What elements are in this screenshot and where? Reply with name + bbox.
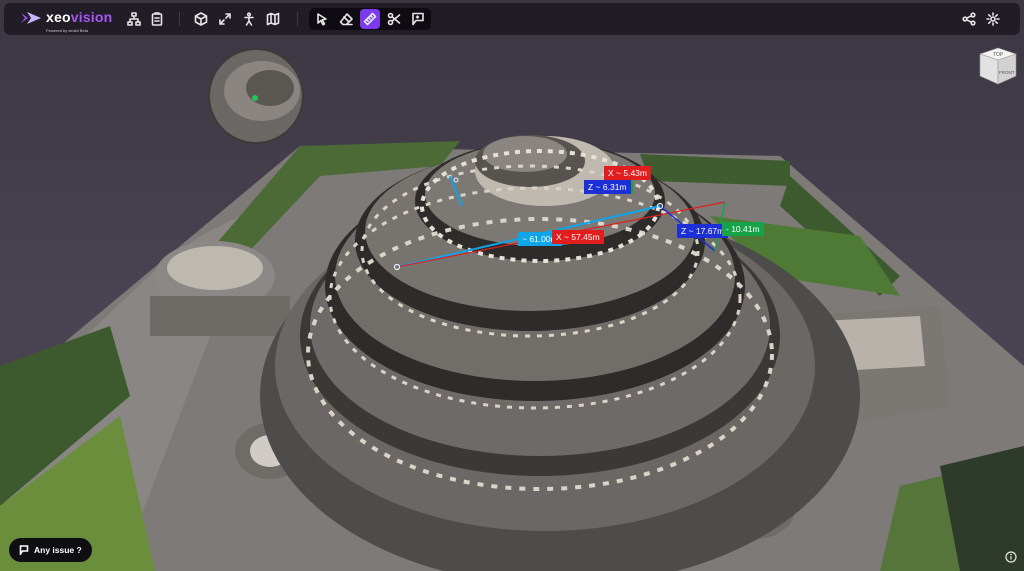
- main-toolbar: xeovision Powered by xeokit Beta: [4, 3, 1020, 35]
- share-icon: [962, 12, 976, 26]
- app-name-prefix: xeo: [46, 9, 71, 25]
- eraser-icon: [339, 13, 353, 26]
- select-tool-button[interactable]: [312, 9, 332, 29]
- app-name-suffix: vision: [70, 9, 113, 25]
- measure-label-z-large: Z ~ 17.67m: [677, 224, 729, 238]
- logo-icon: [21, 12, 41, 24]
- eraser-tool-button[interactable]: [336, 9, 356, 29]
- measure-label-z-small: Z ~ 6.31m: [584, 180, 631, 194]
- nav-cube[interactable]: TOP FRONT: [976, 44, 1020, 88]
- measure-label-y-large: - 10.41m: [722, 222, 764, 236]
- comment-flag-icon: [19, 545, 29, 555]
- report-issue-button[interactable]: Any issue ?: [9, 538, 92, 562]
- ruler-icon: [363, 12, 377, 26]
- first-person-button[interactable]: [239, 9, 259, 29]
- app-logo: xeovision Powered by xeokit Beta: [20, 10, 112, 38]
- view-3d-button[interactable]: [191, 9, 211, 29]
- viewer-canvas[interactable]: X ~ 5.43m m Z ~ 6.31m Z ~ 17.67m - 10.41…: [0, 36, 1024, 571]
- help-icon[interactable]: [1005, 551, 1017, 563]
- expand-icon: [219, 13, 231, 25]
- navcube-front-label[interactable]: FRONT: [999, 70, 1015, 75]
- clipboard-icon: [151, 12, 163, 26]
- toolbar-divider: [179, 12, 180, 26]
- point-cloud-model: [0, 48, 1024, 571]
- settings-button[interactable]: [983, 9, 1003, 29]
- scissors-icon: [387, 12, 401, 26]
- fit-view-button[interactable]: [215, 9, 235, 29]
- hierarchy-button[interactable]: [124, 9, 144, 29]
- navcube-top-label[interactable]: TOP: [993, 52, 1004, 58]
- select-arrow-icon: [317, 13, 327, 26]
- share-button[interactable]: [959, 9, 979, 29]
- toolbar-divider: [297, 12, 298, 26]
- map-icon: [266, 12, 280, 26]
- annotation-tool-button[interactable]: [408, 9, 428, 29]
- settings-icon: [986, 12, 1000, 26]
- map-button[interactable]: [263, 9, 283, 29]
- cube-icon: [194, 12, 208, 26]
- properties-button[interactable]: [147, 9, 167, 29]
- measure-label-x-large: X ~ 57.45m: [552, 230, 604, 244]
- measure-tool-button[interactable]: [360, 9, 380, 29]
- measure-label-x-small: X ~ 5.43m: [604, 166, 651, 180]
- report-issue-label: Any issue ?: [34, 545, 82, 555]
- section-tool-button[interactable]: [384, 9, 404, 29]
- person-icon: [244, 12, 254, 26]
- hierarchy-icon: [127, 12, 141, 26]
- flag-comment-icon: [412, 12, 424, 26]
